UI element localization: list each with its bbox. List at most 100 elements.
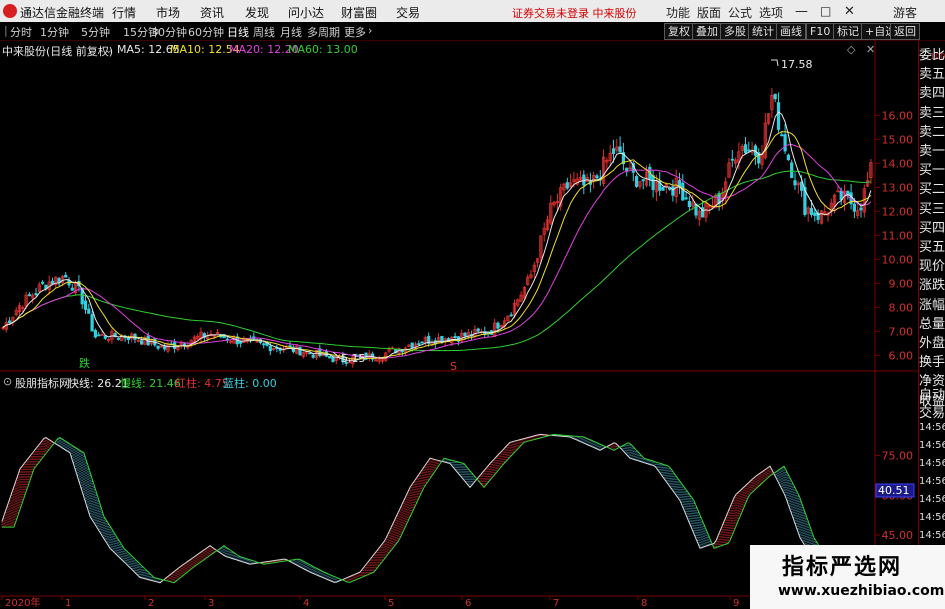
- x-axis-label: 4: [303, 598, 309, 609]
- side-label-15[interactable]: 外盘: [919, 332, 945, 351]
- side-label-16[interactable]: 换手: [919, 351, 945, 370]
- side-label-10[interactable]: 买五: [919, 236, 945, 255]
- high-price-label: 17.58: [781, 58, 813, 71]
- price-tick-label: 15.00: [882, 133, 914, 146]
- side-label-2[interactable]: 卖四: [919, 82, 945, 101]
- price-tick-label: 10.00: [882, 253, 914, 266]
- side-label-7[interactable]: 买二: [919, 178, 945, 197]
- candle-body: [70, 287, 74, 291]
- price-tick-label: 13.00: [882, 181, 914, 194]
- price-tick-label: 16.00: [882, 109, 914, 122]
- side-label-5[interactable]: 卖一: [919, 140, 945, 159]
- side-label-19[interactable]: 自动: [919, 384, 945, 403]
- side-label-13[interactable]: 涨幅: [919, 294, 945, 313]
- candle-body: [509, 314, 513, 317]
- candle-body: [93, 329, 97, 338]
- price-tick-label: 14.00: [882, 157, 914, 170]
- x-axis-label: 2: [148, 598, 154, 609]
- candle-body: [139, 340, 144, 345]
- x-axis-label: 3: [208, 598, 214, 609]
- side-label-14[interactable]: 总量: [919, 313, 945, 332]
- candle-body: [852, 203, 857, 212]
- candle-body: [839, 190, 843, 201]
- candle-body: [786, 154, 791, 161]
- candle-body: [635, 176, 639, 187]
- side-label-8[interactable]: 买三: [919, 198, 945, 217]
- side-time-1: 14:56: [919, 440, 945, 451]
- side-label-12[interactable]: 涨跌: [919, 274, 945, 293]
- candle-body: [262, 343, 266, 346]
- candle-body: [625, 167, 629, 172]
- price-tick-label: 7.00: [889, 325, 914, 338]
- side-time-5: 14:56: [919, 512, 945, 523]
- candle-body: [793, 180, 797, 186]
- candle-body: [743, 144, 748, 154]
- side-label-6[interactable]: 买一: [919, 159, 945, 178]
- price-tick-label: 6.00: [889, 349, 914, 362]
- candle-body: [836, 190, 840, 193]
- side-time-0: 14:56: [919, 422, 945, 433]
- watermark-url: www.xuezhibiao.com: [778, 583, 945, 599]
- candle-body: [328, 355, 332, 359]
- signal-s-marker: S: [450, 360, 457, 373]
- candle-body: [668, 188, 672, 190]
- side-time-6: 14:56: [919, 530, 945, 541]
- candle-body: [420, 341, 424, 344]
- candle-body: [156, 345, 160, 349]
- candle-body: [100, 334, 104, 336]
- side-label-11[interactable]: 现价: [919, 255, 945, 274]
- candle-body: [776, 102, 781, 130]
- x-axis-label: 5: [388, 598, 394, 609]
- side-label-4[interactable]: 卖二: [919, 121, 945, 140]
- candle-body: [417, 343, 421, 346]
- candle-body: [684, 197, 688, 200]
- candle-body: [476, 328, 480, 332]
- candle-body: [400, 350, 404, 353]
- side-time-3: 14:56: [919, 476, 945, 487]
- candle-body: [687, 200, 692, 207]
- ma20-line: [2, 143, 872, 359]
- price-tick-label: 8.00: [889, 301, 914, 314]
- candle-body: [308, 352, 312, 355]
- candle-body: [565, 182, 569, 189]
- candle-body: [496, 322, 500, 329]
- candle-body: [410, 342, 414, 349]
- side-time-2: 14:56: [919, 458, 945, 469]
- candle-body: [97, 334, 101, 337]
- candle-body: [238, 341, 243, 344]
- side-label-0[interactable]: 委比: [919, 44, 945, 63]
- x-axis-label: 2020年: [5, 596, 40, 609]
- candle-body: [813, 212, 817, 216]
- fast-line: [1, 433, 873, 600]
- candle-body: [641, 179, 645, 182]
- candle-body: [87, 308, 91, 314]
- candle-body: [618, 146, 622, 153]
- candle-body: [163, 345, 167, 350]
- x-axis-label: 9: [733, 598, 739, 609]
- ma10-line: [2, 131, 872, 360]
- low-price-label: 5.15: [341, 352, 366, 365]
- candle-body: [783, 134, 787, 152]
- high-marker: [771, 59, 779, 67]
- candle-body: [41, 281, 45, 284]
- candle-body: [651, 175, 655, 191]
- candle-body: [83, 300, 88, 310]
- candle-body: [859, 207, 863, 211]
- candle-body: [90, 314, 94, 332]
- side-label-9[interactable]: 买四: [919, 217, 945, 236]
- side-label-3[interactable]: 卖三: [919, 102, 945, 121]
- candle-body: [773, 93, 777, 100]
- candle-body: [298, 346, 302, 356]
- x-axis-label: 1: [65, 598, 71, 609]
- side-label-20[interactable]: 交易: [919, 402, 945, 421]
- candle-body: [311, 354, 315, 358]
- candle-body: [7, 320, 12, 324]
- price-tick-label: 9.00: [889, 277, 914, 290]
- candle-body: [268, 345, 272, 352]
- side-label-1[interactable]: 卖五: [919, 63, 945, 82]
- chart-canvas[interactable]: 16.0015.0014.0013.0012.0011.0010.009.008…: [0, 0, 945, 609]
- x-axis-label: 8: [641, 598, 647, 609]
- signal-die-marker: 跌: [79, 356, 90, 370]
- candle-body: [463, 332, 467, 337]
- price-tick-label: 11.00: [882, 229, 914, 242]
